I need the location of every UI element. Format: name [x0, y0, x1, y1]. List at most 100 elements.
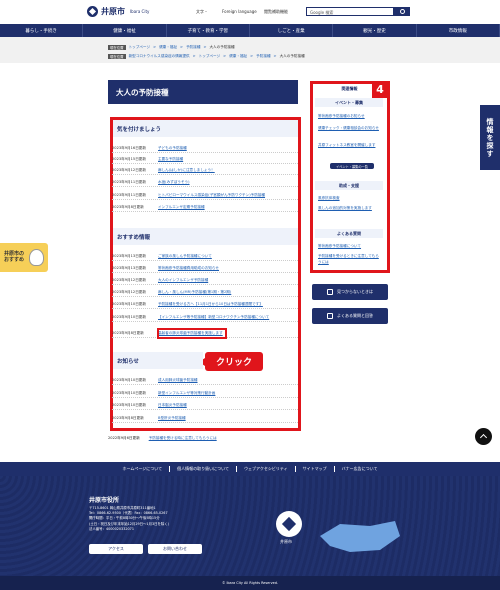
side-link[interactable]: 風しんの追加的対策を実施します [318, 205, 382, 211]
footer-link[interactable]: ホームページについて [115, 466, 171, 472]
footer-nav: ホームページについて 個人情報の取り扱いについて ウェブアクセシビリティ サイト… [0, 462, 500, 476]
article-link[interactable]: 麻しん・風しん(MR)予防接種(第1期・第2期) [158, 290, 231, 295]
article-link[interactable]: 新型インフルエンザ等対策行動計画 [158, 391, 215, 396]
gnav-item[interactable]: 市政情報 [417, 24, 500, 37]
article-link[interactable]: 帯状疱疹予防接種費用助成のお知らせ [158, 266, 219, 271]
list-item: 2023年9月8日更新 インフルエンザ定期予防接種 [112, 203, 298, 212]
side-heading: イベント・募集 [315, 98, 383, 107]
search-icon [327, 289, 333, 295]
recommend-banner[interactable]: 井原市の おすすめ [0, 243, 48, 272]
gnav-item[interactable]: 観光・歴史 [333, 24, 417, 37]
breadcrumb-link[interactable]: 健康・福祉 [229, 54, 247, 59]
breadcrumb-link[interactable]: トップページ [199, 54, 221, 59]
gnav-item[interactable]: 健康・福祉 [83, 24, 167, 37]
event-list-button[interactable]: イベント・募集の一覧 [330, 163, 374, 169]
article-link[interactable]: 成人用肺炎球菌予防接種 [158, 378, 198, 383]
find-info-tab[interactable]: 情報を探す [480, 105, 500, 170]
site-header: 井原市 Ibara City 文字・ Foreign language 閲覧補助… [0, 0, 500, 24]
side-link[interactable]: 風疹抗体検査 [318, 195, 382, 201]
logo-subtext: Ibara City [130, 9, 150, 14]
update-date: 2023年9月10日更新 [112, 390, 146, 395]
click-callout: クリック [199, 352, 263, 371]
recommend-line: おすすめ [4, 257, 25, 263]
update-date: 2023年9月13日更新 [112, 265, 146, 270]
gnav-item[interactable]: しごと・産業 [250, 24, 334, 37]
search-icon [399, 9, 405, 14]
list-item: 2023年9月13日更新 ご家族の風しん予防接種について [112, 252, 298, 261]
gnav-item[interactable]: 暮らし・手続き [0, 24, 84, 37]
article-link[interactable]: B型肝炎予防接種 [158, 416, 186, 421]
search-button[interactable] [394, 7, 410, 16]
article-link[interactable]: 大人のインフルエンザ予防接種 [158, 278, 208, 283]
update-date: 2023年9月10日更新 [112, 314, 146, 319]
update-date: 2023年9月12日更新 [112, 277, 146, 282]
breadcrumb-link[interactable]: 予防接種 [186, 45, 200, 50]
side-link[interactable]: 健康チェック・健康相談会のお知らせ [318, 125, 382, 131]
breadcrumb-link[interactable]: 新型コロナウイルス感染症の情報提供 [129, 54, 190, 59]
search-input[interactable]: Google 検索 [306, 7, 394, 16]
section-heading: おすすめ情報 [113, 228, 298, 245]
list-item: 2023年9月12日更新 麻しん・風しん(MR)予防接種(第1期・第2期) [112, 288, 298, 297]
article-link[interactable]: 予防接種を受ける時に注意してもらうには [149, 436, 217, 441]
list-item: 2023年9月10日更新 【インフルエンザ等予防接種】新型コロナワクチン予防接種に… [112, 313, 298, 322]
site-footer: 井原市役所 〒715-8601 岡山県井原市井原町311番地1 Tel：0866… [0, 476, 500, 590]
breadcrumb-tag: 現在位置 [108, 53, 126, 59]
update-date: 2023年9月13日更新 [112, 253, 146, 258]
not-found-label: 見つからないときは [337, 289, 373, 294]
list-item: 2023年9月10日更新 新型インフルエンザ等対策行動計画 [112, 389, 298, 398]
breadcrumb: 現在位置 トップページ > 健康・福祉 > 予防接種 > 大人の予防接種 [108, 44, 235, 50]
update-date: 2023年9月12日更新 [112, 289, 146, 294]
side-link[interactable]: 井原フィットネス教室を開催します [318, 142, 382, 148]
list-item: 2023年9月15日更新 主要な予防接種 [112, 155, 298, 164]
wave-pattern [0, 476, 500, 576]
footer-link[interactable]: ウェブアクセシビリティ [237, 466, 296, 472]
article-link[interactable]: 日本脳炎予防接種 [158, 403, 187, 408]
article-link[interactable]: 予防接種を受ける方へ【11月1日から10日は予防接種週間です】 [158, 302, 263, 307]
article-link[interactable]: インフルエンザ定期予防接種 [158, 205, 205, 210]
site-logo[interactable]: 井原市 Ibara City [87, 6, 149, 17]
list-item: 2022年9月6日更新 予防接種を受ける時に注意してもらうには [108, 436, 217, 441]
list-item: 2023年9月10日更新 成人用肺炎球菌予防接種 [112, 376, 298, 385]
foreign-language-link[interactable]: Foreign language [222, 9, 257, 14]
article-link[interactable]: ヒトパピローマウイルス感染症(子宮頸がん予防ワクチン)予防接種 [158, 193, 265, 198]
list-item: 2023年9月10日更新 予防接種を受ける方へ【11月1日から10日は予防接種週間… [112, 300, 298, 309]
footer-title: 井原市役所 [89, 497, 120, 504]
article-link[interactable]: 麻しん(はしか)に注意しましょう！ [158, 168, 215, 173]
faq-button[interactable]: よくある質問と回答 [312, 308, 388, 324]
access-button[interactable]: アクセス [89, 544, 143, 554]
copyright: © Ibara City All Rights Reserved. [0, 576, 500, 590]
list-item: 2023年9月13日更新 帯状疱疹予防接種費用助成のお知らせ [112, 264, 298, 273]
breadcrumb-link[interactable]: トップページ [129, 45, 151, 50]
faq-label: よくある質問と回答 [337, 313, 373, 318]
accessibility-link[interactable]: 閲覧補助機能 [264, 9, 288, 15]
text-size-link[interactable]: 文字・ [196, 9, 208, 15]
side-link[interactable]: 予防接種を受けるときに注意してもらうには [318, 253, 382, 265]
breadcrumb-tag: 現在位置 [108, 44, 126, 50]
side-link[interactable]: 帯状疱疹予防接種について [318, 243, 382, 249]
breadcrumb-area: 現在位置 トップページ > 健康・福祉 > 予防接種 > 大人の予防接種 現在位置 新… [0, 37, 500, 63]
breadcrumb-link[interactable]: 予防接種 [256, 54, 270, 59]
page-top-button[interactable] [475, 428, 492, 445]
side-link[interactable]: 帯状疱疹予防接種のお知らせ [318, 113, 382, 119]
breadcrumb-current: 大人の予防接種 [279, 53, 305, 58]
list-item: 2023年9月8日更新 B型肝炎予防接種 [112, 414, 298, 423]
article-link[interactable]: 子どもの予防接種 [158, 146, 187, 151]
article-link[interactable]: 【インフルエンザ等予防接種】新型コロナワクチン予防接種について [158, 315, 269, 320]
footer-link[interactable]: サイトマップ [296, 466, 335, 472]
contact-button[interactable]: お問い合わせ [148, 544, 202, 554]
gnav-item[interactable]: 子育て・教育・学習 [167, 24, 250, 37]
logo-text: 井原市 [101, 7, 125, 16]
breadcrumb-link[interactable]: 健康・福祉 [159, 45, 177, 50]
side-heading: 助成・支援 [315, 181, 383, 190]
footer-link[interactable]: バナー広告について [335, 466, 385, 472]
city-emblem-icon [276, 511, 302, 537]
not-found-button[interactable]: 見つからないときは [312, 284, 388, 300]
list-item: 2023年9月12日更新 大人のインフルエンザ予防接種 [112, 276, 298, 285]
article-link[interactable]: ご家族の風しん予防接種について [158, 254, 212, 259]
footer-link[interactable]: 個人情報の取り扱いについて [170, 466, 238, 472]
article-link[interactable]: 主要な予防接種 [158, 157, 183, 162]
footer-address: 〒715-8601 岡山県井原市井原町311番地1 Tel：0866-62-95… [89, 506, 249, 532]
chat-icon [327, 313, 333, 319]
side-heading: よくある質問 [315, 229, 383, 238]
article-link[interactable]: 水痘(みずぼうそう) [158, 180, 190, 185]
